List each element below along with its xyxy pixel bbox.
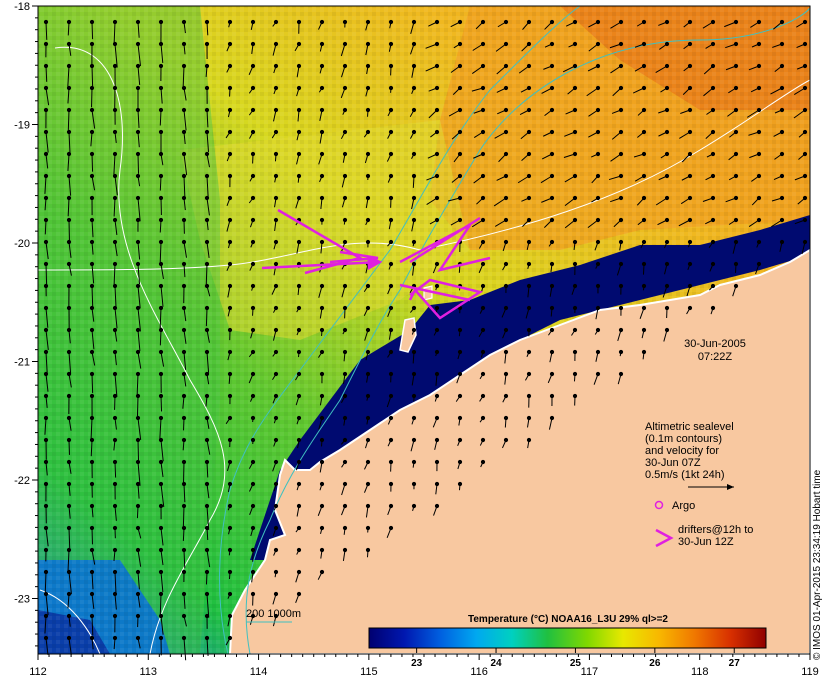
vector-line <box>366 549 369 558</box>
date-label: 30-Jun-2005 <box>684 338 746 350</box>
svg-text:drifters@12h to: drifters@12h to <box>678 524 753 536</box>
vector-line <box>91 153 94 172</box>
credit-label: © IMOS 01-Apr-2015 23:34:19 Hobart time <box>812 469 823 660</box>
vector-line <box>274 153 277 162</box>
svg-text:Altimetric sealevel: Altimetric sealevel <box>645 421 734 433</box>
lat-tick-label: -23 <box>14 594 30 606</box>
svg-text:and velocity for: and velocity for <box>645 445 719 457</box>
svg-text:0.5m/s (1kt 24h): 0.5m/s (1kt 24h) <box>645 469 724 481</box>
vector-line <box>412 175 415 188</box>
vector-line <box>343 219 346 225</box>
vector-line <box>228 549 231 556</box>
bathymetry-legend: 200 1000m <box>246 608 301 623</box>
lat-tick-label: -21 <box>14 357 30 369</box>
svg-text:200 1000m: 200 1000m <box>246 608 301 620</box>
vector-line <box>159 593 162 615</box>
vector-line <box>205 307 208 327</box>
lon-tick-label: 113 <box>140 666 158 678</box>
lon-tick-label: 115 <box>360 666 378 678</box>
vector-line <box>228 571 231 580</box>
vector-line <box>137 153 140 174</box>
longitude-axis: 112 113 114 115 116 117 118 119 <box>29 654 819 678</box>
svg-text:Argo: Argo <box>672 500 695 512</box>
vector-line <box>91 65 94 87</box>
vector-line <box>159 109 162 126</box>
lon-tick-label: 112 <box>29 666 47 678</box>
colorbar-tick-label: 27 <box>729 658 741 669</box>
vector-line <box>159 329 162 346</box>
lon-tick-label: 114 <box>250 666 268 678</box>
vector-line <box>91 285 94 308</box>
islet <box>423 285 433 301</box>
time-label: 07:22Z <box>698 351 733 363</box>
sst-map: 112 113 114 115 116 117 118 119 -18 -19 -20 -21 -22… <box>14 1 819 678</box>
vector-line <box>182 505 185 529</box>
vector-line <box>137 439 140 462</box>
svg-text:30-Jun 07Z: 30-Jun 07Z <box>645 457 701 469</box>
svg-text:30-Jun 12Z: 30-Jun 12Z <box>678 536 734 548</box>
colorbar-tick-label: 25 <box>570 658 582 669</box>
lon-tick-label: 118 <box>691 666 709 678</box>
svg-text:(0.1m contours): (0.1m contours) <box>645 433 722 445</box>
vector-line <box>67 109 70 130</box>
vector-line <box>642 285 645 291</box>
lon-tick-label: 116 <box>470 666 488 678</box>
lat-tick-label: -22 <box>14 475 30 487</box>
vector-line <box>160 395 163 412</box>
vector-line <box>136 395 139 419</box>
vector-line <box>91 373 94 393</box>
vector-line <box>458 483 461 491</box>
lat-tick-label: -20 <box>14 238 30 250</box>
lat-tick-label: -18 <box>14 1 30 13</box>
vector-line <box>504 417 507 428</box>
lat-tick-label: -19 <box>14 120 30 132</box>
vector-line <box>159 175 162 191</box>
lon-tick-label: 119 <box>801 666 819 678</box>
colorbar-tick-label: 26 <box>649 658 661 669</box>
latitude-axis: -18 -19 -20 -21 -22 -23 <box>14 1 38 647</box>
vector-line <box>68 219 71 243</box>
vector-line <box>114 461 117 478</box>
vector-line <box>573 373 576 382</box>
vector-line <box>45 65 48 82</box>
vector-line <box>642 263 645 275</box>
lon-tick-label: 117 <box>581 666 599 678</box>
vector-line <box>136 505 139 519</box>
vector-line <box>458 329 461 337</box>
svg-text:Temperature (°C) NOAA16_L3U 29: Temperature (°C) NOAA16_L3U 29% ql>=2 <box>468 614 668 625</box>
vector-line <box>182 527 185 541</box>
colorbar-ramp <box>368 627 767 649</box>
vector-line <box>205 571 208 585</box>
vector-line <box>91 21 94 40</box>
colorbar-tick-label: 24 <box>490 658 502 669</box>
colorbar-tick-label: 23 <box>411 658 423 669</box>
